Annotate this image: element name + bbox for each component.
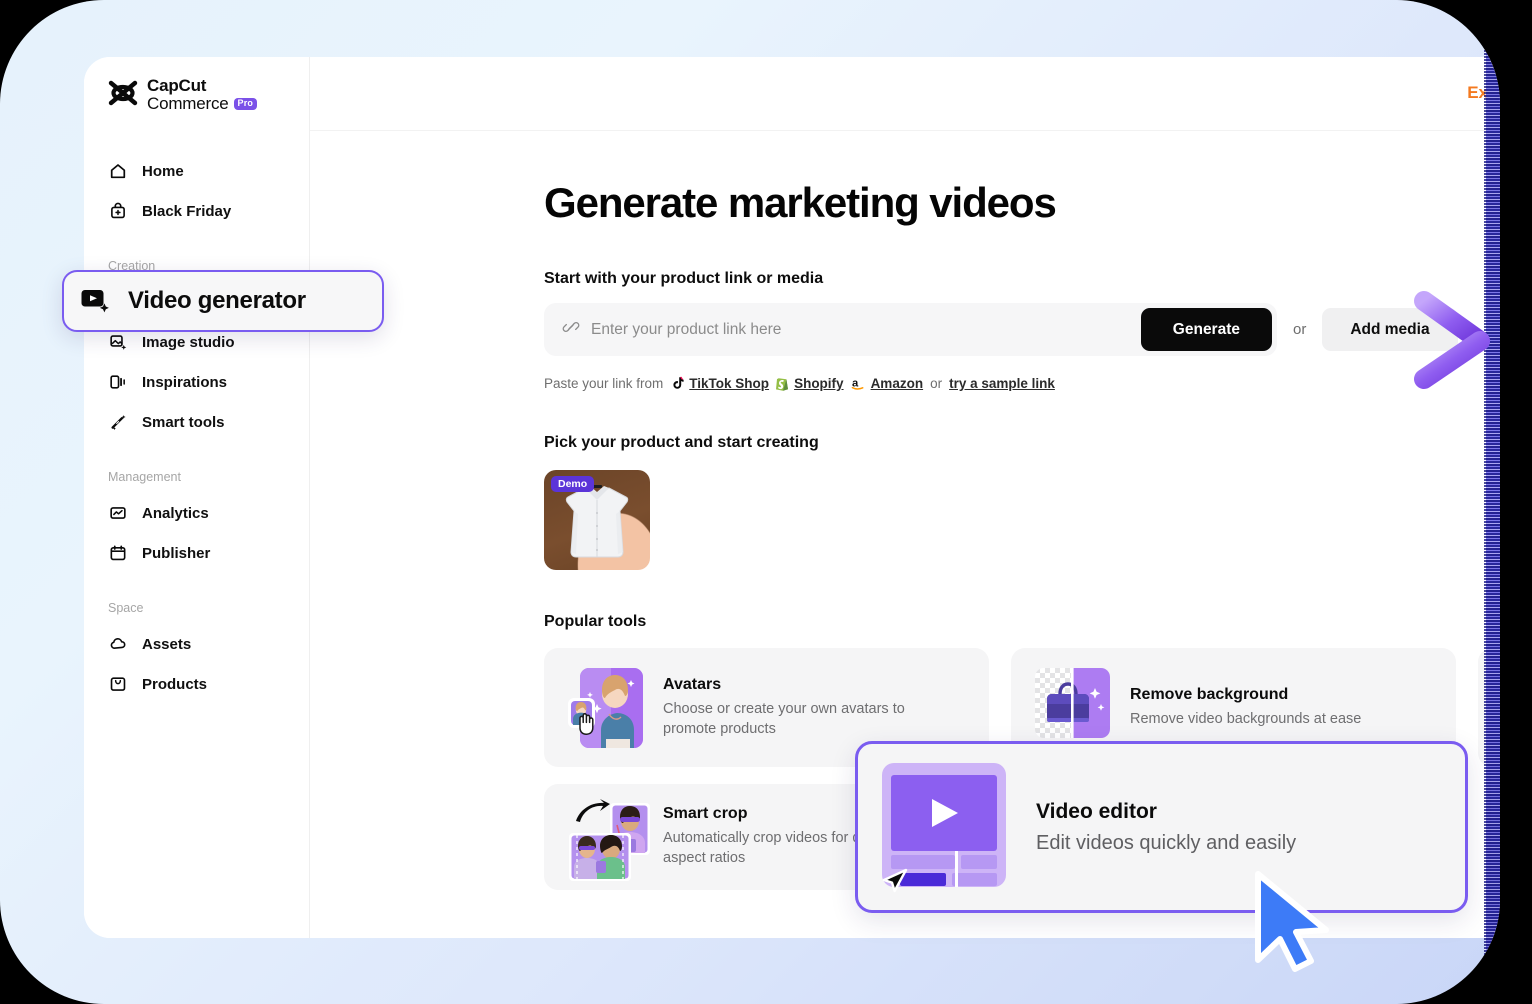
start-section-label: Start with your product link or media [544,270,824,287]
mouse-cursor [1248,868,1334,981]
source-label[interactable]: Shopify [794,376,844,391]
try-sample-link[interactable]: try a sample link [949,376,1055,391]
demo-badge: Demo [551,476,595,492]
sidebar-nav: Home Black Friday Creation Image studio … [84,151,309,704]
sidebar-item-label: Analytics [142,504,209,522]
black-cursor-icon [882,868,908,892]
pro-badge: Pro [233,97,258,110]
tool-desc: Remove video backgrounds at ease [1130,710,1362,727]
zoom-card-title: Video editor [1036,799,1157,823]
product-link-input-wrap[interactable]: Enter your product link here Generate [544,303,1277,356]
or-separator: or [1293,321,1307,338]
sidebar-item-label: Products [142,675,208,693]
video-generator-icon [80,284,110,319]
products-icon [108,675,127,694]
product-link-placeholder: Enter your product link here [591,320,782,338]
tool-desc: Choose or create your own avatars to pro… [663,700,905,737]
page-title: Generate marketing videos [544,179,1057,226]
sidebar-item-analytics[interactable]: Analytics [96,493,297,533]
sidebar: CapCut Commerce Pro Home Black Friday Cr… [84,57,310,938]
sidebar-item-home[interactable]: Home [96,151,297,191]
analytics-icon [108,504,127,523]
shopify-icon [776,378,789,391]
avatars-thumbnail [568,667,643,748]
sidebar-item-black-friday[interactable]: Black Friday [96,191,297,231]
sidebar-group-space: Space [108,601,144,615]
video-editor-thumbnail [882,762,1006,892]
magic-wand-icon [108,413,127,432]
source-label[interactable]: TikTok Shop [689,376,769,391]
sidebar-item-inspirations[interactable]: Inspirations [96,362,297,402]
generate-button[interactable]: Generate [1140,308,1272,351]
product-thumbnail[interactable]: Demo [544,470,650,570]
crop-arrow-icon [576,799,610,822]
sidebar-item-label: Image studio [142,333,235,351]
source-amazon[interactable]: a Amazon [851,376,924,391]
paste-prefix-label: Paste your link from [544,376,664,391]
top-bar: Ex [310,57,1496,131]
zoom-card-video-editor[interactable]: Video editor Edit videos quickly and eas… [855,741,1468,913]
paste-sources-row: Paste your link from TikTok Shop Shopify… [544,376,1496,391]
amazon-icon: a [851,377,864,390]
pick-product-label: Pick your product and start creating [544,434,819,451]
zoom-highlight-video-generator[interactable]: Video generator [62,270,384,332]
sidebar-item-label: Inspirations [142,373,228,391]
inspirations-icon [108,373,127,392]
sidebar-group-management: Management [108,470,181,484]
remove-background-thumbnail [1035,663,1110,748]
sidebar-item-label: Home [142,162,184,180]
capcut-logo-icon [108,80,138,106]
brand-name-line2: Commerce [147,94,229,114]
popular-tools-label: Popular tools [544,613,647,630]
decorative-arrow-graphic [1406,279,1496,414]
zoom-card-subtitle: Edit videos quickly and easily [1036,831,1297,854]
sidebar-item-label: Publisher [142,544,211,562]
link-icon [562,318,580,341]
sidebar-item-label: Smart tools [142,413,225,431]
product-link-row: Enter your product link here Generate or… [544,303,1496,356]
tool-title: Remove background [1130,685,1289,703]
page-canvas: CapCut Commerce Pro Home Black Friday Cr… [0,0,1500,1004]
source-label[interactable]: Amazon [871,376,924,391]
tool-title: Avatars [663,675,722,693]
cloud-icon [108,635,127,654]
source-shopify[interactable]: Shopify [776,376,844,391]
sidebar-item-label: Assets [142,635,192,653]
page-edge-texture [1484,0,1500,1004]
smart-crop-thumbnail [568,797,650,881]
brand-logo[interactable]: CapCut Commerce Pro [108,76,258,114]
sidebar-item-label: Black Friday [142,202,232,220]
zoom-highlight-label: Video generator [128,287,306,314]
sidebar-item-products[interactable]: Products [96,664,297,704]
screenshot-root: CapCut Commerce Pro Home Black Friday Cr… [0,0,1532,1004]
image-studio-icon [108,333,127,352]
source-tiktok-shop[interactable]: TikTok Shop [670,376,769,391]
tiktok-icon [673,376,684,389]
home-icon [108,162,127,181]
sidebar-item-assets[interactable]: Assets [96,624,297,664]
sidebar-item-smart-tools[interactable]: Smart tools [96,402,297,442]
brand-name-line1: CapCut [147,76,207,95]
calendar-icon [108,544,127,563]
sidebar-item-publisher[interactable]: Publisher [96,533,297,573]
bag-icon [108,202,127,221]
paste-or-label: or [930,376,943,391]
